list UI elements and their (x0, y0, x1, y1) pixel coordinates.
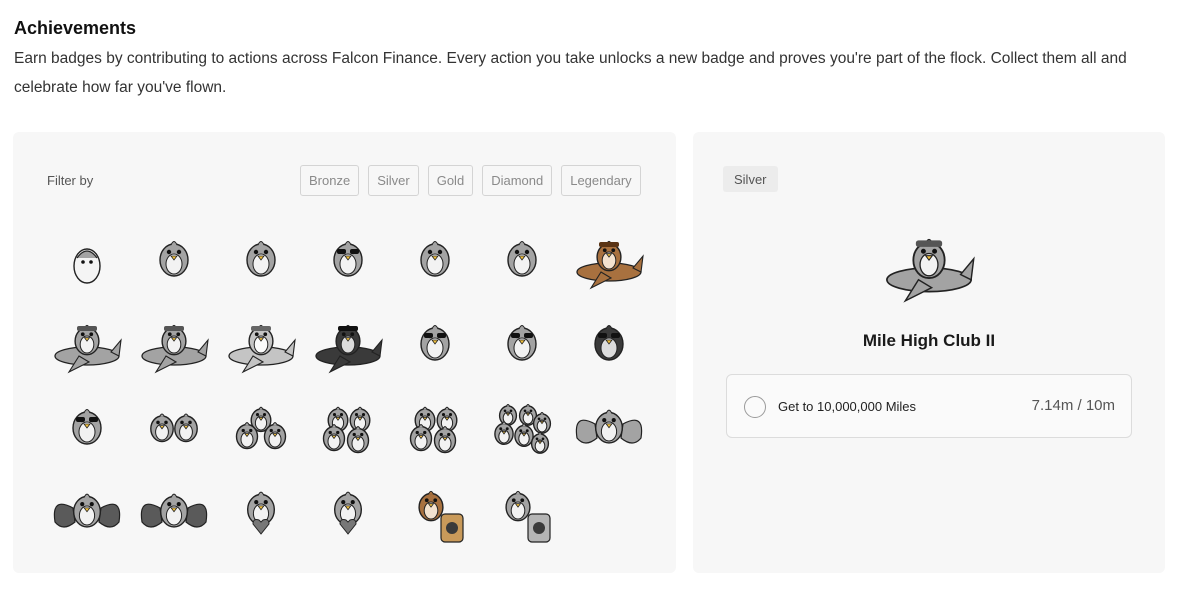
badge-title: Mile High Club II (862, 331, 996, 350)
bird-honey-jar-bronze-icon[interactable] (391, 470, 478, 554)
bird-butterfly-icon[interactable] (43, 470, 130, 554)
egg-icon[interactable] (43, 218, 130, 302)
bird-robot-icon[interactable] (478, 218, 565, 302)
bird-plane-icon (874, 214, 984, 314)
bird-heart-icon[interactable] (217, 470, 304, 554)
bird-group-five-icon[interactable] (391, 386, 478, 470)
bird-hoodie-dark-icon[interactable] (565, 302, 652, 386)
bird-plane-icon[interactable] (130, 302, 217, 386)
bird-heart-icon[interactable] (304, 470, 391, 554)
bird-jet-dark-icon[interactable] (304, 302, 391, 386)
bird-jar-icon[interactable] (478, 470, 565, 554)
bird-group-three-icon[interactable] (217, 386, 304, 470)
bird-blanket-icon[interactable] (130, 218, 217, 302)
filter-legendary-button[interactable]: Legendary (561, 165, 641, 196)
page-description: Earn badges by contributing to actions a… (14, 50, 1127, 96)
bird-scarf-glasses-icon[interactable] (478, 302, 565, 386)
bird-glasses-suit-icon[interactable] (304, 218, 391, 302)
bird-wings-icon[interactable] (565, 386, 652, 470)
task-item: Get to 10,000,000 Miles 7.14m / 10m (726, 374, 1132, 438)
bird-jet-icon[interactable] (217, 302, 304, 386)
bird-plane-icon[interactable] (43, 302, 130, 386)
bird-flannel-icon[interactable] (217, 218, 304, 302)
bird-flock-icon[interactable] (478, 386, 565, 470)
bird-pair-icon[interactable] (130, 386, 217, 470)
filter-label: Filter by (47, 173, 94, 188)
task-label: Get to 10,000,000 Miles (778, 399, 917, 414)
badge-detail-panel: Silver Mile High Club II Get to 10,000,0… (693, 132, 1165, 573)
bird-leather-jacket-icon[interactable] (391, 218, 478, 302)
task-status-circle[interactable] (744, 396, 766, 418)
bird-butterfly-icon[interactable] (130, 470, 217, 554)
badge-gallery-panel: Filter by Bronze Silver Gold Diamond Leg… (13, 132, 676, 573)
filter-bronze-button[interactable]: Bronze (300, 165, 360, 196)
filter-gold-button[interactable]: Gold (427, 165, 474, 196)
filter-diamond-button[interactable]: Diamond (482, 165, 553, 196)
task-progress: 7.14m / 10m (1031, 397, 1115, 414)
filter-bar: Bronze Silver Gold Diamond Legendary (300, 165, 641, 196)
badge-grid (43, 218, 652, 554)
page-title: Achievements (14, 18, 137, 38)
bird-group-four-icon[interactable] (304, 386, 391, 470)
filter-silver-button[interactable]: Silver (368, 165, 419, 196)
bird-hoodie-light-icon[interactable] (43, 386, 130, 470)
bird-scarf-glasses-icon[interactable] (391, 302, 478, 386)
tier-badge: Silver (723, 166, 778, 192)
bird-plane-bronze-icon[interactable] (565, 218, 652, 302)
